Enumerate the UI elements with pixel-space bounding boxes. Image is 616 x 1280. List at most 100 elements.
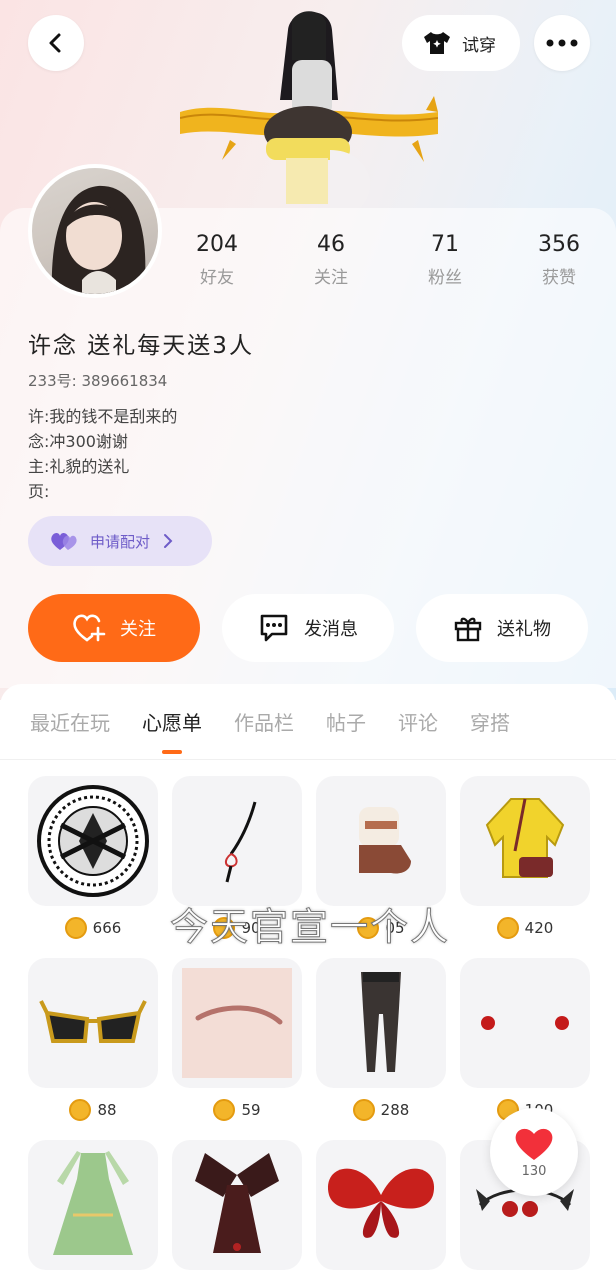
heart-plus-icon — [73, 614, 106, 642]
emblem-image — [37, 785, 149, 897]
price-value: 59 — [241, 1101, 261, 1119]
stat-label: 粉丝 — [428, 268, 462, 288]
eyebrow-image — [182, 968, 292, 1078]
tab-recently-played[interactable]: 最近在玩 — [30, 707, 110, 736]
send-gift-button[interactable]: 送礼物 — [416, 594, 588, 662]
try-on-label: 试穿 — [462, 35, 496, 56]
heart-icon — [515, 1128, 553, 1160]
gift-icon — [454, 617, 482, 642]
item-thumbnail — [28, 776, 158, 906]
avatar[interactable] — [28, 164, 162, 298]
item-thumbnail — [460, 958, 590, 1088]
profile-stats: 204 好友 46 关注 71 粉丝 356 获赞 — [160, 232, 616, 288]
profile-bio: 许:我的钱不是刮来的 念:冲300谢谢 主:礼貌的送礼 页: — [28, 404, 177, 504]
apply-pair-button[interactable]: 申请配对 — [28, 516, 212, 566]
butterfly-wings-image — [327, 1168, 435, 1238]
stat-label: 关注 — [314, 268, 348, 288]
wishlist-item[interactable]: 59 — [172, 958, 302, 1140]
bio-line: 许:我的钱不是刮来的 — [28, 407, 178, 426]
price-value: 420 — [524, 919, 554, 937]
tab-works[interactable]: 作品栏 — [234, 707, 294, 736]
coin-icon — [64, 917, 87, 939]
item-price: 420 — [460, 906, 590, 950]
item-price: 666 — [28, 906, 158, 950]
more-button[interactable] — [534, 15, 590, 71]
stat-number: 204 — [196, 232, 238, 257]
coin-icon — [352, 1099, 375, 1121]
item-thumbnail — [460, 776, 590, 906]
boots-image — [359, 807, 411, 874]
bio-line: 念:冲300谢谢 — [28, 432, 128, 451]
profile-actions: 关注 发消息 送礼物 — [28, 594, 590, 662]
item-thumbnail — [172, 1140, 302, 1270]
stat-likes[interactable]: 356 获赞 — [502, 232, 616, 288]
green-dress-image — [53, 1151, 133, 1255]
chevron-left-icon — [49, 33, 61, 53]
wishlist-item[interactable] — [172, 1140, 302, 1280]
raincoat-image — [485, 798, 565, 878]
price-value: 666 — [92, 919, 122, 937]
wishlist-item[interactable]: 288 — [316, 958, 446, 1140]
send-gift-label: 送礼物 — [497, 619, 551, 640]
stat-label: 获赞 — [542, 268, 576, 288]
coin-icon — [496, 917, 519, 939]
stat-number: 71 — [431, 232, 459, 257]
follow-button[interactable]: 关注 — [28, 594, 200, 662]
message-label: 发消息 — [304, 619, 358, 640]
profile-tabs: 最近在玩 心愿单 作品栏 帖子 评论 穿搭 — [0, 684, 616, 760]
stat-label: 好友 — [200, 268, 234, 288]
profile-uid: 233号: 389661834 — [28, 372, 168, 390]
chevron-right-icon — [164, 534, 173, 548]
message-button[interactable]: 发消息 — [222, 594, 394, 662]
avatar-3d-preview[interactable] — [179, 0, 439, 208]
like-count: 130 — [521, 1163, 547, 1179]
wishlist-item[interactable] — [28, 1140, 158, 1280]
wishlist-item[interactable] — [316, 1140, 446, 1280]
stat-number: 356 — [538, 232, 580, 257]
wishlist-item[interactable]: 420 — [460, 776, 590, 958]
wishlist-item[interactable]: 88 — [28, 958, 158, 1140]
bio-line: 主:礼貌的送礼 — [28, 457, 130, 476]
item-thumbnail — [28, 1140, 158, 1270]
profile-name: 许念 送礼每天送3人 — [28, 333, 254, 359]
coin-icon — [69, 1099, 92, 1121]
item-thumbnail — [172, 776, 302, 906]
butterfly-dress-image — [195, 1153, 279, 1253]
follow-label: 关注 — [120, 619, 156, 640]
back-button[interactable] — [28, 15, 84, 71]
item-price: 59 — [172, 1088, 302, 1132]
stat-following[interactable]: 46 关注 — [274, 232, 388, 288]
price-value: 88 — [97, 1101, 117, 1119]
item-price: 288 — [316, 1088, 446, 1132]
tab-posts[interactable]: 帖子 — [326, 707, 366, 736]
tab-outfits[interactable]: 穿搭 — [470, 707, 510, 736]
item-thumbnail — [316, 1140, 446, 1270]
stat-friends[interactable]: 204 好友 — [160, 232, 274, 288]
bio-line: 页: — [28, 482, 50, 501]
item-price: 88 — [28, 1088, 158, 1132]
sunglasses-image — [39, 1000, 147, 1043]
stat-number: 46 — [317, 232, 345, 257]
tab-wishlist[interactable]: 心愿单 — [142, 707, 202, 736]
item-thumbnail — [28, 958, 158, 1088]
item-thumbnail — [172, 958, 302, 1088]
chat-bubble-icon — [260, 614, 288, 642]
tab-comments[interactable]: 评论 — [398, 707, 438, 736]
double-heart-icon — [51, 533, 77, 550]
wishlist-item[interactable]: 666 — [28, 776, 158, 958]
item-thumbnail — [316, 776, 446, 906]
coin-icon — [213, 1099, 236, 1121]
try-on-button[interactable]: 试穿 — [402, 15, 520, 71]
apply-pair-label: 申请配对 — [90, 532, 151, 551]
like-button[interactable]: 130 — [490, 1108, 578, 1196]
video-caption-overlay: 今天官宣一个人 — [169, 905, 451, 950]
earrings-image — [481, 1016, 569, 1030]
wishlist-grid: 666 90 05 420 88 59 288 — [28, 776, 590, 1280]
price-value: 288 — [380, 1101, 410, 1119]
item-thumbnail — [316, 958, 446, 1088]
necklace-image — [225, 801, 257, 883]
stat-fans[interactable]: 71 粉丝 — [388, 232, 502, 288]
tshirt-icon — [424, 32, 450, 54]
more-dots-icon — [546, 39, 578, 47]
tights-image — [361, 972, 401, 1072]
